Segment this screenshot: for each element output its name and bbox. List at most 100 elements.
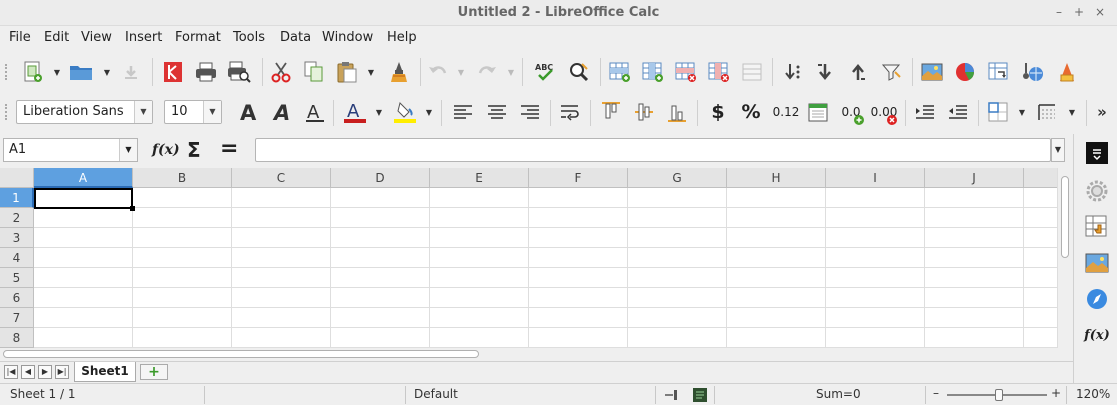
cell[interactable]	[628, 288, 727, 308]
column-header[interactable]	[1024, 168, 1057, 188]
cell[interactable]	[529, 308, 628, 328]
toolbar-grip[interactable]	[5, 104, 8, 120]
number-format-button[interactable]: 0.12	[771, 99, 801, 125]
cell[interactable]	[430, 208, 529, 228]
find-replace-icon[interactable]	[566, 59, 592, 85]
cell[interactable]	[34, 268, 133, 288]
cell[interactable]	[727, 288, 826, 308]
cell[interactable]	[1024, 288, 1057, 308]
column-header[interactable]: J	[925, 168, 1024, 188]
insert-pivot-table-icon[interactable]	[986, 59, 1012, 85]
column-header[interactable]: G	[628, 168, 727, 188]
insert-columns-icon[interactable]	[640, 59, 666, 85]
row-header[interactable]: 1	[0, 188, 34, 208]
close-button[interactable]: ×	[1092, 4, 1108, 20]
cell[interactable]	[925, 248, 1024, 268]
functions-icon[interactable]: f(x)	[1084, 322, 1110, 348]
formula-input[interactable]	[255, 138, 1051, 162]
sort-descending-icon[interactable]	[845, 59, 871, 85]
export-pdf-icon[interactable]	[160, 59, 186, 85]
paste-icon[interactable]	[334, 59, 360, 85]
chevron-down-icon[interactable]: ▼	[203, 101, 221, 123]
cell[interactable]	[430, 328, 529, 348]
border-style-icon[interactable]	[1034, 99, 1060, 125]
document-modified-icon[interactable]	[692, 387, 708, 405]
cell[interactable]	[133, 208, 232, 228]
cell[interactable]	[331, 308, 430, 328]
cell[interactable]	[529, 188, 628, 208]
print-preview-icon[interactable]	[226, 59, 252, 85]
cell[interactable]	[331, 208, 430, 228]
insert-chart-icon[interactable]	[952, 59, 978, 85]
cell[interactable]	[232, 248, 331, 268]
cell[interactable]	[727, 248, 826, 268]
cell[interactable]	[925, 188, 1024, 208]
cell[interactable]	[232, 228, 331, 248]
copy-icon[interactable]	[301, 59, 327, 85]
column-header[interactable]: E	[430, 168, 529, 188]
cell[interactable]	[232, 328, 331, 348]
save-icon[interactable]	[118, 59, 144, 85]
undo-icon[interactable]	[425, 59, 451, 85]
insert-rows-icon[interactable]	[607, 59, 633, 85]
wrap-text-icon[interactable]	[557, 99, 583, 125]
cell[interactable]	[529, 208, 628, 228]
add-sheet-button[interactable]: +	[140, 364, 168, 380]
cell[interactable]	[331, 228, 430, 248]
row-header[interactable]: 2	[0, 208, 34, 228]
cell[interactable]	[34, 208, 133, 228]
font-color-icon[interactable]: A	[342, 99, 368, 125]
minimize-button[interactable]: –	[1051, 4, 1067, 20]
cell[interactable]	[232, 288, 331, 308]
font-name-combo[interactable]: Liberation Sans ▼	[16, 100, 153, 124]
autofill-handle[interactable]	[130, 206, 135, 211]
add-decimal-place-button[interactable]: 0.0	[836, 99, 866, 125]
new-document-icon[interactable]	[20, 59, 46, 85]
cut-icon[interactable]	[268, 59, 294, 85]
cell[interactable]	[430, 188, 529, 208]
row-header[interactable]: 3	[0, 228, 34, 248]
cell[interactable]	[628, 208, 727, 228]
row-header[interactable]: 4	[0, 248, 34, 268]
page-style[interactable]: Default	[414, 387, 458, 401]
maximize-button[interactable]: +	[1071, 4, 1087, 20]
chevron-down-icon[interactable]: ▼	[134, 101, 152, 123]
first-sheet-icon[interactable]: |◀	[4, 365, 18, 379]
currency-format-button[interactable]: $	[705, 99, 731, 125]
cell[interactable]	[628, 268, 727, 288]
paste-dropdown-icon[interactable]: ▼	[366, 59, 376, 85]
decrease-indent-icon[interactable]	[945, 99, 971, 125]
align-right-icon[interactable]	[517, 99, 543, 125]
cell[interactable]	[727, 208, 826, 228]
align-middle-icon[interactable]	[631, 99, 657, 125]
properties-icon[interactable]	[1084, 178, 1110, 204]
cell[interactable]	[628, 328, 727, 348]
menu-window[interactable]: Window	[322, 30, 373, 45]
row-header[interactable]: 7	[0, 308, 34, 328]
column-header[interactable]: B	[133, 168, 232, 188]
cell[interactable]	[430, 228, 529, 248]
cell[interactable]	[1024, 248, 1057, 268]
underline-icon[interactable]: A	[302, 99, 328, 125]
highlight-color-icon[interactable]	[392, 99, 418, 125]
redo-dropdown-icon[interactable]: ▼	[506, 59, 516, 85]
cell[interactable]	[727, 188, 826, 208]
cell[interactable]	[826, 208, 925, 228]
cell[interactable]	[628, 248, 727, 268]
gallery-icon[interactable]	[1084, 250, 1110, 276]
zoom-in-button[interactable]: +	[1051, 386, 1061, 400]
cell[interactable]	[133, 188, 232, 208]
cell[interactable]	[331, 288, 430, 308]
cell[interactable]	[34, 248, 133, 268]
cell[interactable]	[826, 268, 925, 288]
zoom-out-button[interactable]: –	[933, 386, 939, 400]
delete-decimal-place-button[interactable]: 0.00	[869, 99, 899, 125]
column-header[interactable]: A	[34, 168, 133, 188]
toolbar-grip[interactable]	[5, 64, 8, 80]
cell[interactable]	[331, 268, 430, 288]
cell[interactable]	[133, 248, 232, 268]
cell[interactable]	[430, 288, 529, 308]
cell[interactable]	[529, 288, 628, 308]
column-header[interactable]: C	[232, 168, 331, 188]
percent-format-button[interactable]: %	[738, 99, 764, 125]
